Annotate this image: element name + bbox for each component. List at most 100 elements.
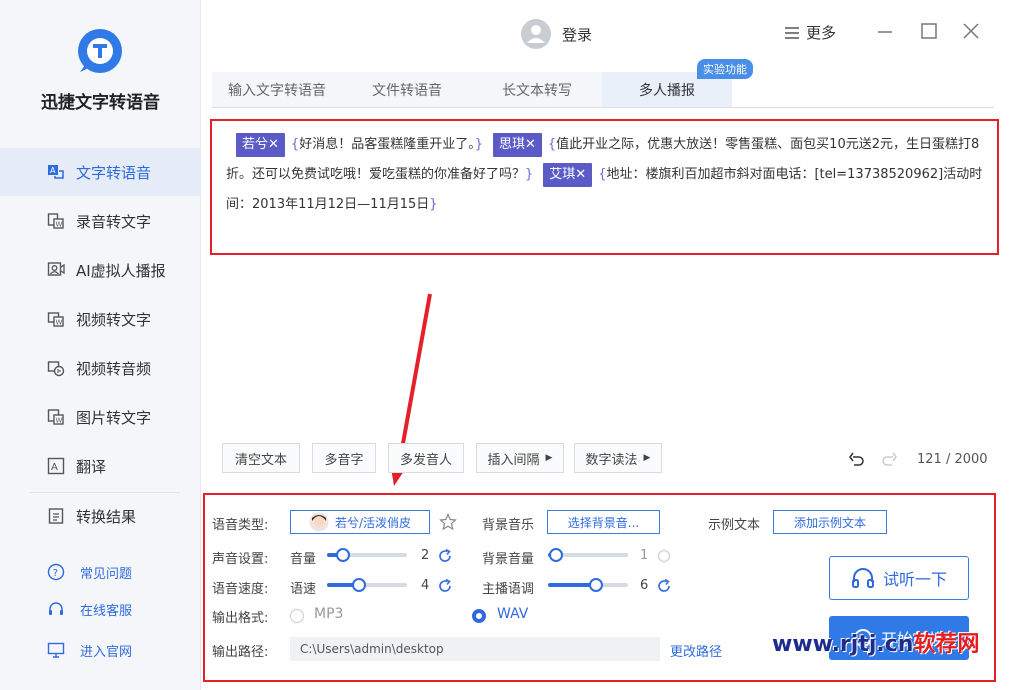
output-path-label: 输出路径: [212,645,269,660]
open-brace: { [290,137,300,152]
voice-select-button[interactable]: 若兮/活泼俏皮 [290,510,430,534]
question-icon: ? [46,562,66,582]
app-name: 迅捷文字转语音 [41,93,160,113]
pitch-value: 6 [640,578,649,593]
watermark-latin: www.rjtj.cn [772,632,914,657]
format-mp3-radio[interactable] [290,609,304,623]
sidebar-link-faq[interactable]: ? 常见问题 [0,557,201,587]
number-reading-button[interactable]: 数字读法 ▶ [574,443,662,473]
sidebar-item-recording-to-text[interactable]: W 录音转文字 [0,197,201,245]
rate-slider[interactable] [327,578,407,592]
output-path-field[interactable]: C:\Users\admin\desktop [290,637,660,661]
sidebar-item-video-to-text[interactable]: W 视频转文字 [0,295,201,343]
volume-slider-knob[interactable] [336,548,350,562]
sidebar-item-results[interactable]: 转换结果 [0,492,201,540]
change-path-link[interactable]: 更改路径 [670,641,722,660]
star-icon[interactable] [439,513,457,531]
button-label: 清空文本 [234,452,287,468]
multi-speaker-button[interactable]: 多发音人 [388,443,464,473]
rate-slider-knob[interactable] [352,578,366,592]
sidebar-link-website[interactable]: 进入官网 [0,635,201,665]
sidebar-item-label: 图片转文字 [76,408,152,427]
recording-to-text-icon: W [46,211,66,231]
sidebar-item-label: 视频转文字 [76,310,152,329]
maximize-icon[interactable] [920,22,938,40]
reset-volume-icon[interactable] [437,548,453,564]
sidebar-link-label: 在线客服 [80,603,133,619]
format-wav-radio[interactable] [472,609,486,623]
tab-long-text[interactable]: 长文本转写 [472,72,602,107]
headphones-icon [851,568,874,588]
pitch-label: 主播语调 [482,582,535,597]
text-to-speech-icon: A [46,162,66,182]
tab-bar: 输入文字转语音 文件转语音 长文本转写 多人播报 [212,72,994,108]
clear-text-button[interactable]: 清空文本 [222,443,300,473]
sidebar-item-ai-avatar[interactable]: AI虚拟人播报 [0,246,201,294]
translate-icon: A [46,456,66,476]
sidebar-link-support[interactable]: 在线客服 [0,594,201,624]
volume-value: 2 [421,548,430,563]
reset-rate-icon[interactable] [437,578,453,594]
rate-label: 语速 [290,582,317,597]
polyphone-button[interactable]: 多音字 [312,443,376,473]
experimental-badge: 实验功能 [697,59,753,79]
speaker-tag[interactable]: 思琪✕ [492,132,542,157]
tab-input-text-to-speech[interactable]: 输入文字转语音 [212,72,342,107]
login-button[interactable]: 登录 [520,18,592,50]
volume-label: 音量 [290,552,317,567]
close-icon[interactable] [962,22,980,40]
pitch-slider[interactable] [548,578,628,592]
sidebar-link-label: 常见问题 [80,566,133,582]
choose-bg-music-button[interactable]: 选择背景音... [547,510,660,534]
redo-icon[interactable] [880,451,898,469]
sound-setting-label: 声音设置: [212,552,269,567]
speaker-tag[interactable]: 若兮✕ [236,132,285,157]
char-count: 121 / 2000 [917,452,988,467]
close-brace: } [474,137,483,152]
svg-text:W: W [56,417,63,425]
button-label: 插入间隔 [487,452,540,468]
app-logo-icon [78,29,122,73]
user-avatar-icon [521,19,551,49]
sidebar-item-image-to-text[interactable]: W 图片转文字 [0,393,201,441]
sidebar-item-label: 转换结果 [76,507,137,526]
sidebar-item-label: 翻译 [76,457,107,476]
minimize-icon[interactable] [876,22,894,40]
login-label: 登录 [562,25,593,44]
sidebar-item-translate[interactable]: A 翻译 [0,442,201,490]
bg-music-label: 背景音乐 [482,518,535,533]
undo-icon[interactable] [848,451,866,469]
close-brace: } [525,167,534,182]
ai-avatar-icon [46,260,66,280]
image-to-text-icon: W [46,407,66,427]
reset-pitch-icon[interactable] [656,578,672,594]
sample-text-label: 示例文本 [708,518,761,533]
button-label: 数字读法 [585,452,638,468]
editor-content[interactable]: 若兮✕ {好消息！品客蛋糕隆重开业了。} 思琪✕ {值此开业之际，优惠大放送！零售蛋糕… [226,130,990,220]
more-label: 更多 [806,24,837,42]
svg-text:W: W [56,221,63,229]
monitor-icon [46,640,66,660]
speaker-tag[interactable]: 艾琪✕ [543,162,593,187]
insert-pause-button[interactable]: 插入间隔 ▶ [476,443,564,473]
more-menu-button[interactable]: 更多 [784,22,836,43]
svg-text:A: A [50,166,56,175]
listen-button[interactable]: 试听一下 [829,556,969,600]
sidebar-item-label: AI虚拟人播报 [76,261,166,280]
sidebar-item-text-to-speech[interactable]: A 文字转语音 [0,148,201,196]
results-icon [46,506,66,526]
caret-right-icon: ▶ [643,453,651,463]
volume-slider[interactable] [327,548,407,562]
rate-value: 4 [421,578,430,593]
svg-text:?: ? [53,568,58,579]
bg-volume-slider[interactable] [548,548,628,562]
svg-text:A: A [51,462,58,473]
reset-bg-volume-icon[interactable] [656,548,672,564]
pitch-slider-knob[interactable] [589,578,603,592]
sidebar-item-video-to-audio[interactable]: 视频转音频 [0,344,201,392]
open-brace: { [547,137,557,152]
video-to-text-icon: W [46,309,66,329]
bg-volume-slider-knob[interactable] [549,548,563,562]
add-sample-text-button[interactable]: 添加示例文本 [773,510,887,534]
tab-file-to-speech[interactable]: 文件转语音 [342,72,472,107]
